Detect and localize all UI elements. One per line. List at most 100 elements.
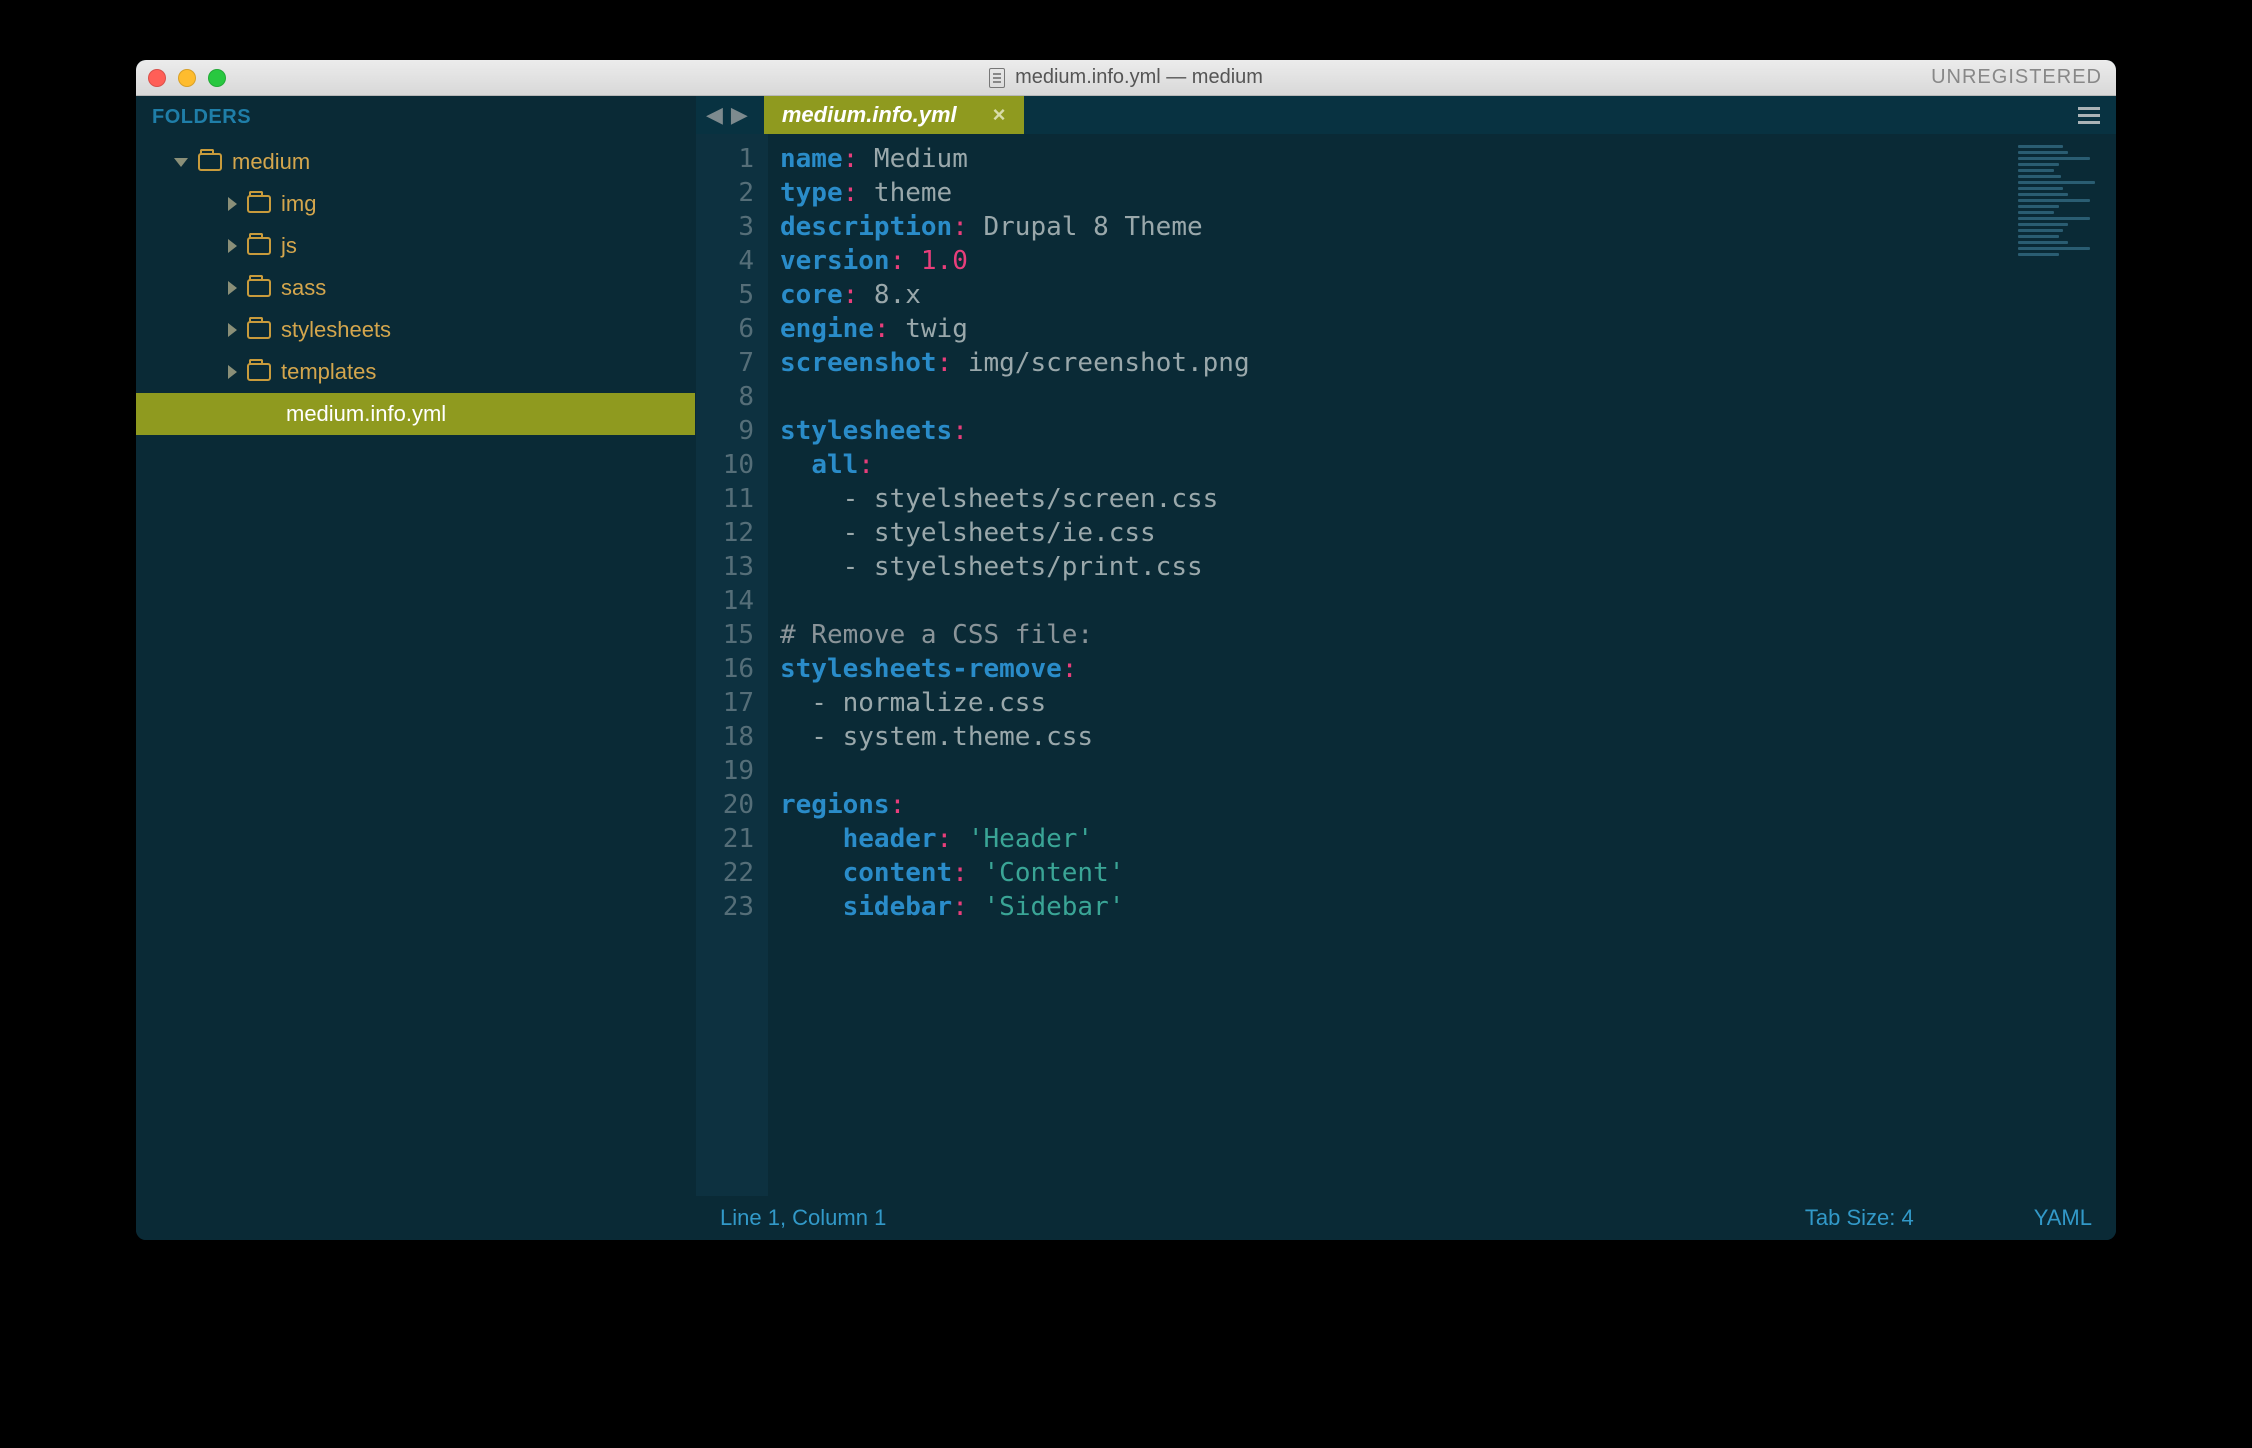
code-line[interactable]: sidebar: 'Sidebar' [780,890,2116,924]
line-number: 1 [696,142,754,176]
folder-icon [247,363,271,381]
line-number: 13 [696,550,754,584]
window-title-text: medium.info.yml — medium [1015,66,1263,89]
tree-folder[interactable]: stylesheets [136,309,695,351]
folder-label: sass [281,275,326,301]
window-controls [148,69,226,87]
tree-folder[interactable]: img [136,183,695,225]
file-label: medium.info.yml [286,401,446,427]
line-number: 22 [696,856,754,890]
line-number: 8 [696,380,754,414]
code-line[interactable]: all: [780,448,2116,482]
code-line[interactable]: core: 8.x [780,278,2116,312]
code-line[interactable]: stylesheets-remove: [780,652,2116,686]
folder-icon [247,237,271,255]
tab-bar: ◀ ▶ medium.info.yml × [696,96,2116,134]
tree-file[interactable]: medium.info.yml [136,393,695,435]
tree-folder[interactable]: templates [136,351,695,393]
tab-label: medium.info.yml [782,102,957,128]
line-number: 20 [696,788,754,822]
zoom-window-icon[interactable] [208,69,226,87]
line-number: 14 [696,584,754,618]
chevron-right-icon [228,281,237,295]
folder-label: img [281,191,316,217]
code-line[interactable]: name: Medium [780,142,2116,176]
chevron-right-icon [228,239,237,253]
tree-folder[interactable]: js [136,225,695,267]
tree-folder-root[interactable]: medium [136,141,695,183]
code-line[interactable]: - styelsheets/print.css [780,550,2116,584]
nav-back-icon[interactable]: ◀ [706,102,723,128]
code-line[interactable]: regions: [780,788,2116,822]
chevron-down-icon [174,158,188,167]
code-line[interactable]: engine: twig [780,312,2116,346]
file-tree: medium img js sass stylesheets templates med… [136,141,695,435]
line-number: 6 [696,312,754,346]
code-line[interactable]: - normalize.css [780,686,2116,720]
folder-icon [198,153,222,171]
status-bar: Line 1, Column 1 Tab Size: 4 YAML [696,1196,2116,1240]
line-number: 23 [696,890,754,924]
titlebar: medium.info.yml — medium UNREGISTERED [136,60,2116,96]
syntax-indicator[interactable]: YAML [2034,1205,2092,1231]
code-line[interactable] [780,754,2116,788]
folder-label: templates [281,359,376,385]
line-number: 19 [696,754,754,788]
line-number: 11 [696,482,754,516]
line-number: 10 [696,448,754,482]
code-line[interactable]: description: Drupal 8 Theme [780,210,2116,244]
minimap[interactable] [2018,142,2108,272]
line-number: 9 [696,414,754,448]
folder-label: stylesheets [281,317,391,343]
editor[interactable]: 1234567891011121314151617181920212223 na… [696,134,2116,1196]
chevron-right-icon [228,197,237,211]
folders-header: FOLDERS [136,96,695,141]
document-icon [989,68,1005,88]
code-line[interactable]: type: theme [780,176,2116,210]
code-line[interactable]: - system.theme.css [780,720,2116,754]
cursor-position[interactable]: Line 1, Column 1 [720,1205,886,1231]
code-line[interactable] [780,380,2116,414]
code-line[interactable]: screenshot: img/screenshot.png [780,346,2116,380]
folder-icon [247,321,271,339]
folder-label: medium [232,149,310,175]
folder-icon [247,279,271,297]
line-number: 16 [696,652,754,686]
sidebar: FOLDERS medium img js sass stylesheets templ… [136,96,696,1240]
code-line[interactable]: - styelsheets/screen.css [780,482,2116,516]
folder-label: js [281,233,297,259]
chevron-right-icon [228,365,237,379]
tab-history-nav[interactable]: ◀ ▶ [696,102,764,128]
close-window-icon[interactable] [148,69,166,87]
minimize-window-icon[interactable] [178,69,196,87]
line-number: 3 [696,210,754,244]
code-line[interactable]: header: 'Header' [780,822,2116,856]
editor-window: medium.info.yml — medium UNREGISTERED FO… [136,60,2116,1240]
main-area: ◀ ▶ medium.info.yml × 123456789101112131… [696,96,2116,1240]
close-tab-icon[interactable]: × [993,102,1006,128]
code-line[interactable] [780,584,2116,618]
line-number: 5 [696,278,754,312]
line-number: 12 [696,516,754,550]
line-number: 2 [696,176,754,210]
window-title: medium.info.yml — medium [136,66,2116,89]
hamburger-menu-icon[interactable] [2078,103,2100,128]
line-number: 21 [696,822,754,856]
line-number: 17 [696,686,754,720]
tab-active[interactable]: medium.info.yml × [764,96,1024,134]
code-line[interactable]: - styelsheets/ie.css [780,516,2116,550]
tab-size-indicator[interactable]: Tab Size: 4 [1805,1205,1914,1231]
registration-status: UNREGISTERED [1931,66,2102,89]
chevron-right-icon [228,323,237,337]
code-line[interactable]: content: 'Content' [780,856,2116,890]
code-line[interactable]: version: 1.0 [780,244,2116,278]
folder-icon [247,195,271,213]
code-line[interactable]: stylesheets: [780,414,2116,448]
line-number: 7 [696,346,754,380]
code-line[interactable]: # Remove a CSS file: [780,618,2116,652]
tree-folder[interactable]: sass [136,267,695,309]
nav-forward-icon[interactable]: ▶ [731,102,748,128]
line-number: 4 [696,244,754,278]
code-area[interactable]: name: Mediumtype: themedescription: Drup… [768,134,2116,1196]
line-number: 18 [696,720,754,754]
